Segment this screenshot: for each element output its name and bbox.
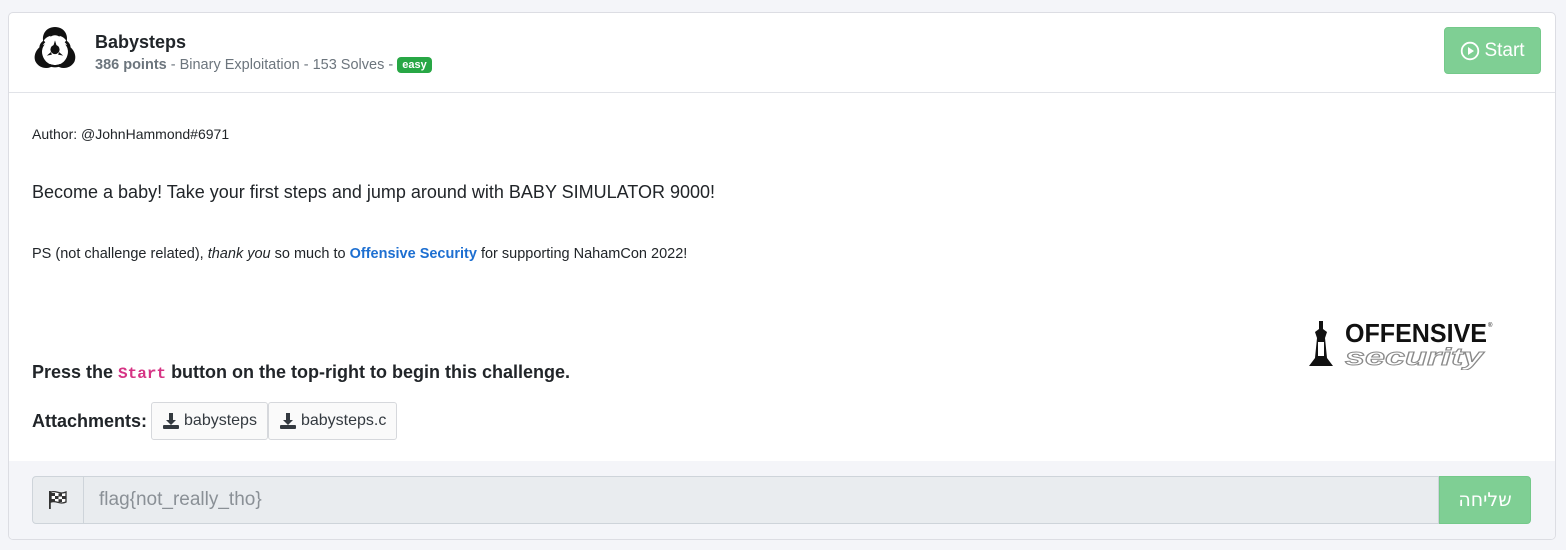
biohazard-icon xyxy=(34,27,76,69)
challenge-category-solves: - Binary Exploitation - 153 Solves - xyxy=(166,57,398,73)
attachments-row: Attachments: babysteps babysteps.c xyxy=(32,402,398,440)
offensive-security-logo: OFFENSIVE security ® xyxy=(1309,318,1493,370)
play-circle-icon xyxy=(1461,41,1480,60)
attachment-babysteps-c-button[interactable]: babysteps.c xyxy=(267,402,398,440)
press-prefix: Press the xyxy=(32,362,119,382)
attachments-label: Attachments: xyxy=(32,410,148,431)
author-line: Author: @JohnHammond#6971 xyxy=(32,126,230,142)
flag-input-group: שליחה xyxy=(32,476,1531,524)
checkered-flag-icon xyxy=(49,490,67,509)
challenge-description: Author: @JohnHammond#6971 Become a baby!… xyxy=(9,93,1555,461)
svg-text:security: security xyxy=(1345,344,1485,370)
submit-flag-button[interactable]: שליחה xyxy=(1439,476,1531,524)
svg-text:®: ® xyxy=(1488,322,1493,329)
challenge-blurb: Become a baby! Take your first steps and… xyxy=(32,182,716,202)
ps-note: PS (not challenge related), thank you so… xyxy=(32,246,687,262)
flag-input[interactable] xyxy=(84,476,1439,524)
ps-emphasis: thank you xyxy=(207,246,271,262)
offensive-security-link[interactable]: Offensive Security xyxy=(350,246,477,262)
ps-prefix: PS (not challenge related), xyxy=(32,246,208,262)
ps-mid: so much to xyxy=(270,246,350,262)
attachment-babysteps-button[interactable]: babysteps xyxy=(151,402,268,440)
challenge-header: Babysteps 386 points - Binary Exploitati… xyxy=(9,13,1555,93)
challenge-card: Babysteps 386 points - Binary Exploitati… xyxy=(8,12,1556,540)
start-button-label: Start xyxy=(1484,39,1525,61)
flag-submission-area: שליחה xyxy=(9,461,1555,539)
attachment-label: babysteps.c xyxy=(300,412,387,429)
challenge-title: Babysteps xyxy=(95,32,187,52)
download-icon xyxy=(163,413,180,429)
start-instructions: Press the Start button on the top-right … xyxy=(32,362,570,383)
challenge-meta: 386 points - Binary Exploitation - 153 S… xyxy=(95,57,432,73)
flag-icon-addon xyxy=(32,476,84,524)
ps-suffix: for supporting NahamCon 2022! xyxy=(476,246,688,262)
start-button[interactable]: Start xyxy=(1444,27,1541,74)
press-suffix: button on the top-right to begin this ch… xyxy=(166,362,571,382)
challenge-points: 386 points xyxy=(95,57,167,73)
start-code-literal: Start xyxy=(118,365,167,383)
attachment-label: babysteps xyxy=(184,412,257,429)
download-icon xyxy=(279,413,296,429)
difficulty-badge: easy xyxy=(397,57,432,73)
